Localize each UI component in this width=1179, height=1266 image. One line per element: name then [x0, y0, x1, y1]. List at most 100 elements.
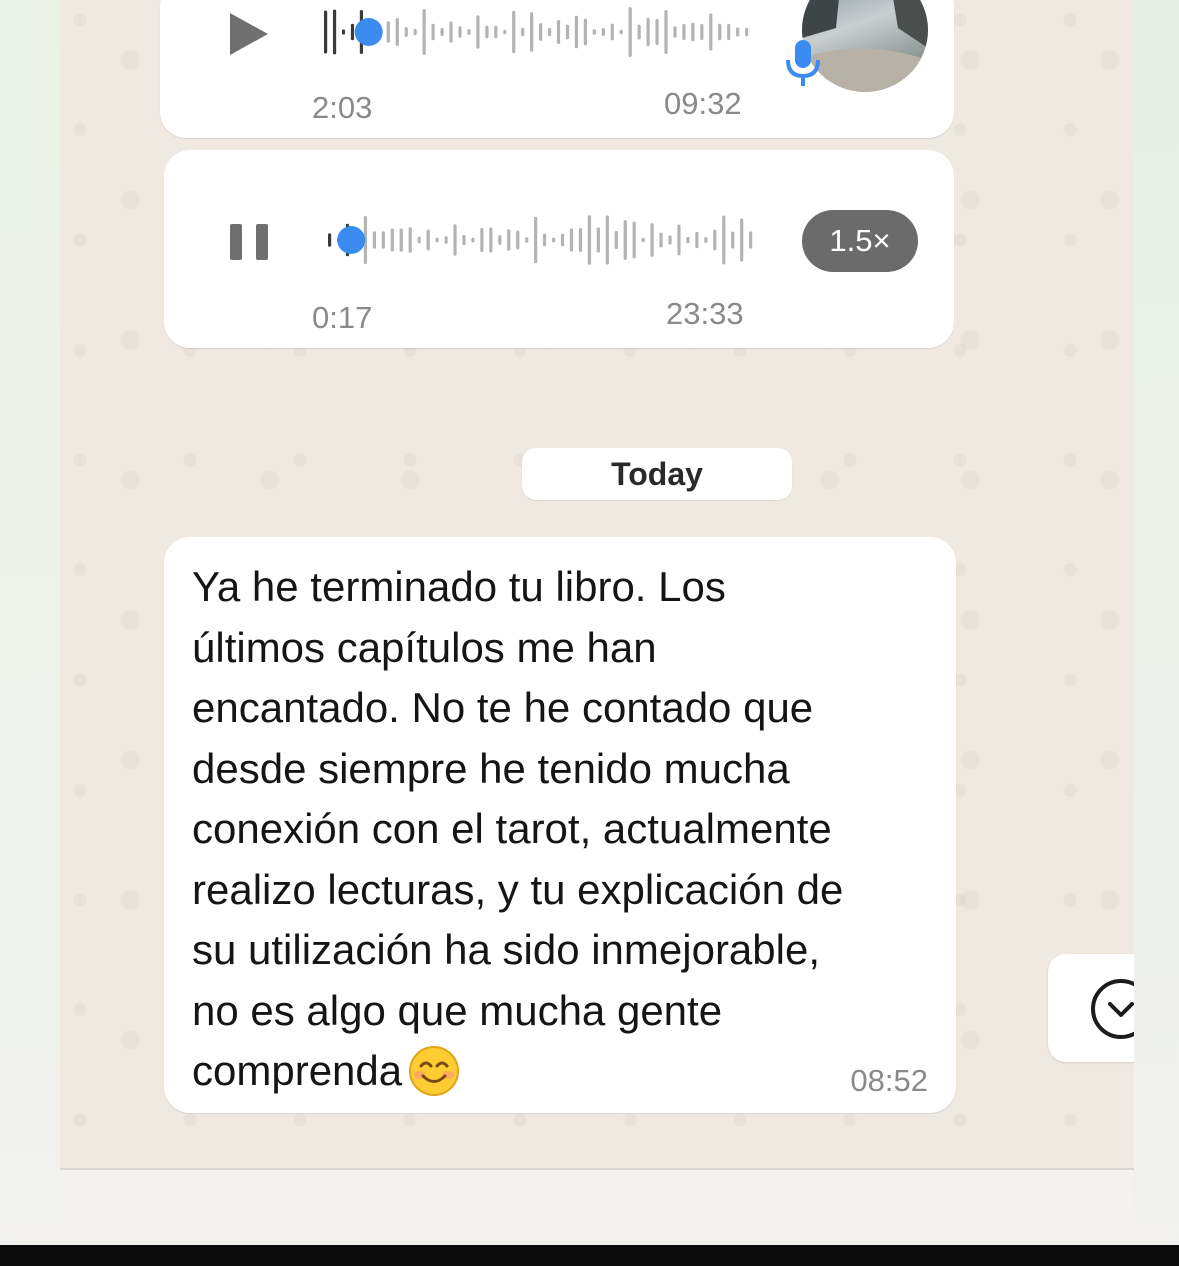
home-indicator-bar: [0, 1223, 1179, 1266]
waveform-bar: [525, 237, 529, 243]
waveform-bar: [435, 237, 439, 243]
waveform-bar: [610, 23, 614, 41]
waveform-bar: [431, 23, 435, 41]
playhead-handle[interactable]: [354, 18, 383, 46]
voice-waveform[interactable]: [324, 205, 754, 275]
date-divider: Today: [522, 448, 792, 500]
waveform-bar: [485, 25, 489, 39]
waveform-bar: [453, 224, 457, 256]
waveform-bar: [641, 237, 645, 243]
waveform-bar: [413, 28, 417, 36]
waveform-bar: [426, 229, 430, 251]
waveform-bar: [601, 28, 605, 36]
waveform-bar: [749, 231, 753, 249]
message-timestamp: 08:52: [850, 1063, 928, 1098]
waveform-bar: [659, 232, 663, 248]
chevron-down-circle-icon: [1091, 979, 1134, 1039]
waveform-bar: [539, 23, 543, 41]
waveform-bar: [399, 228, 403, 252]
waveform-bar: [718, 23, 722, 41]
waveform-bar: [395, 18, 399, 46]
waveform-bar: [677, 224, 681, 256]
waveform-bar: [574, 15, 579, 49]
waveform-bar: [700, 23, 704, 41]
waveform-bar: [458, 26, 462, 38]
message-timestamp: 09:32: [664, 86, 742, 121]
waveform-bar: [498, 235, 502, 245]
waveform-bar: [422, 9, 426, 55]
waveform-bar: [740, 218, 744, 262]
waveform-bar: [736, 27, 740, 37]
waveform-bar: [547, 27, 552, 37]
waveform-bar: [713, 229, 717, 251]
waveform-bar: [655, 18, 659, 46]
waveform-bar: [619, 29, 623, 35]
right-edge-background: [1133, 0, 1179, 1245]
waveform-bar: [668, 235, 672, 245]
waveform-bar: [449, 21, 453, 43]
waveform-bar: [489, 227, 493, 253]
waveform-bar: [623, 220, 627, 260]
waveform-bar: [727, 23, 731, 41]
waveform-bar: [372, 231, 376, 249]
waveform-bar: [695, 231, 699, 249]
waveform-bar: [381, 231, 385, 249]
waveform-bar: [328, 233, 332, 247]
waveform-bar: [480, 227, 484, 253]
playback-speed-button[interactable]: 1.5×: [802, 210, 918, 272]
waveform-bar: [628, 7, 632, 57]
play-icon[interactable]: [226, 10, 272, 58]
waveform-bar: [691, 22, 695, 42]
waveform-bar: [556, 19, 561, 45]
pause-icon[interactable]: [228, 222, 272, 262]
waveform-bar: [521, 27, 525, 37]
waveform-bar: [507, 229, 511, 251]
waveform-bar: [682, 23, 686, 41]
waveform-bar: [324, 10, 328, 54]
microphone-icon: [786, 40, 820, 86]
message-timestamp: 23:33: [666, 296, 744, 331]
waveform-bar: [534, 216, 538, 264]
voice-duration: 2:03: [312, 90, 373, 125]
waveform-bar: [731, 231, 735, 249]
waveform-bar: [543, 233, 547, 247]
waveform-bar: [596, 227, 600, 253]
waveform-bar: [408, 227, 412, 253]
scroll-to-bottom-button[interactable]: [1048, 954, 1134, 1062]
waveform-bar: [583, 18, 587, 46]
waveform-bar: [614, 230, 618, 250]
waveform-bar: [440, 27, 444, 37]
waveform-bar: [350, 23, 355, 41]
waveform-bar: [417, 236, 421, 244]
voice-duration: 0:17: [312, 300, 373, 335]
chat-area[interactable]: 2:03 09:32 1.5× 0:17 23:33 Today Ya he t…: [60, 0, 1134, 1170]
waveform-bar: [530, 12, 534, 52]
waveform-bar: [605, 215, 609, 265]
waveform-bar: [592, 29, 596, 35]
waveform-bar: [637, 24, 641, 40]
waveform-bar: [494, 25, 498, 39]
waveform-bar: [404, 27, 408, 37]
text-message[interactable]: Ya he terminado tu libro. Los últimos ca…: [164, 537, 956, 1113]
voice-message-1[interactable]: 2:03 09:32: [160, 0, 954, 138]
waveform-bar: [560, 233, 565, 247]
waveform-bar: [467, 29, 471, 35]
waveform-bar: [686, 236, 690, 244]
voice-waveform[interactable]: [320, 0, 750, 67]
message-body: Ya he terminado tu libro. Los últimos ca…: [192, 563, 844, 1094]
waveform-bar: [646, 17, 650, 47]
message-text: Ya he terminado tu libro. Los últimos ca…: [192, 557, 942, 1102]
voice-message-2[interactable]: 1.5× 0:17 23:33: [164, 150, 954, 348]
waveform-bar: [332, 9, 337, 55]
waveform-bar: [512, 10, 516, 54]
waveform-bar: [578, 227, 583, 253]
waveform-bar: [709, 13, 713, 51]
waveform-bar: [569, 228, 574, 252]
waveform-bar: [551, 237, 556, 243]
waveform-bar: [565, 24, 570, 40]
waveform-bar: [745, 27, 749, 37]
waveform-bar: [632, 221, 636, 259]
left-edge-background: [0, 0, 60, 1245]
playhead-handle[interactable]: [337, 226, 366, 254]
waveform-bar: [503, 29, 507, 35]
